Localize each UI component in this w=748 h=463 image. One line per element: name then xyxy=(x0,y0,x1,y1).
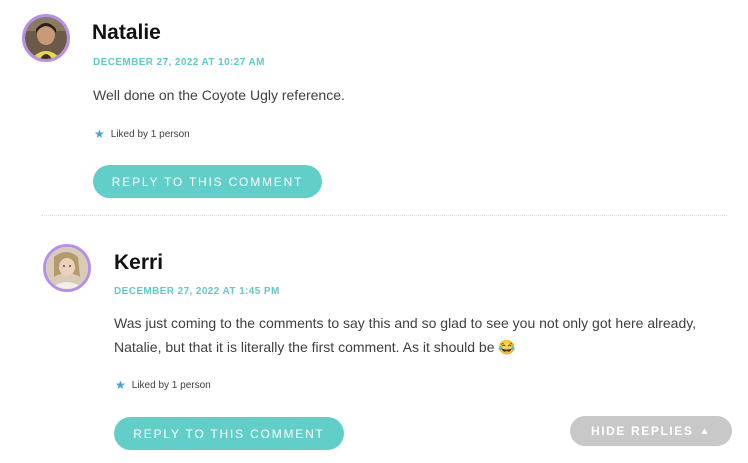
hide-replies-button[interactable]: HIDE REPLIES ▲ xyxy=(570,416,732,446)
reply-button[interactable]: REPLY TO THIS COMMENT xyxy=(114,417,344,450)
avatar-natalie[interactable] xyxy=(22,14,70,62)
star-icon: ★ xyxy=(94,127,105,141)
comment-author: Kerri xyxy=(114,251,164,274)
comment-divider xyxy=(41,215,727,216)
likes-label[interactable]: Liked by 1 person xyxy=(132,380,211,391)
comment-date-link[interactable]: DECEMBER 27, 2022 AT 10:27 AM xyxy=(93,57,265,68)
like-status: ★ Liked by 1 person xyxy=(115,379,211,391)
hide-replies-label: HIDE REPLIES xyxy=(590,424,694,438)
avatar-image xyxy=(25,17,67,59)
comment-text-line: Was just coming to the comments to say t… xyxy=(114,315,697,331)
star-icon: ★ xyxy=(115,378,126,392)
comment-author: Natalie xyxy=(92,21,161,44)
comment-text-line: Natalie, but that it is literally the fi… xyxy=(114,339,516,355)
reply-button[interactable]: REPLY TO THIS COMMENT xyxy=(93,165,322,198)
like-status: ★ Liked by 1 person xyxy=(94,128,190,140)
avatar-kerri[interactable] xyxy=(43,244,91,292)
comment-text: Was just coming to the comments to say t… xyxy=(114,311,729,359)
likes-label[interactable]: Liked by 1 person xyxy=(111,129,190,140)
comment-date-link[interactable]: DECEMBER 27, 2022 AT 1:45 PM xyxy=(114,286,280,297)
triangle-up-icon: ▲ xyxy=(699,425,712,437)
comment-text: Well done on the Coyote Ugly reference. xyxy=(93,87,345,103)
avatar-image xyxy=(46,247,88,289)
